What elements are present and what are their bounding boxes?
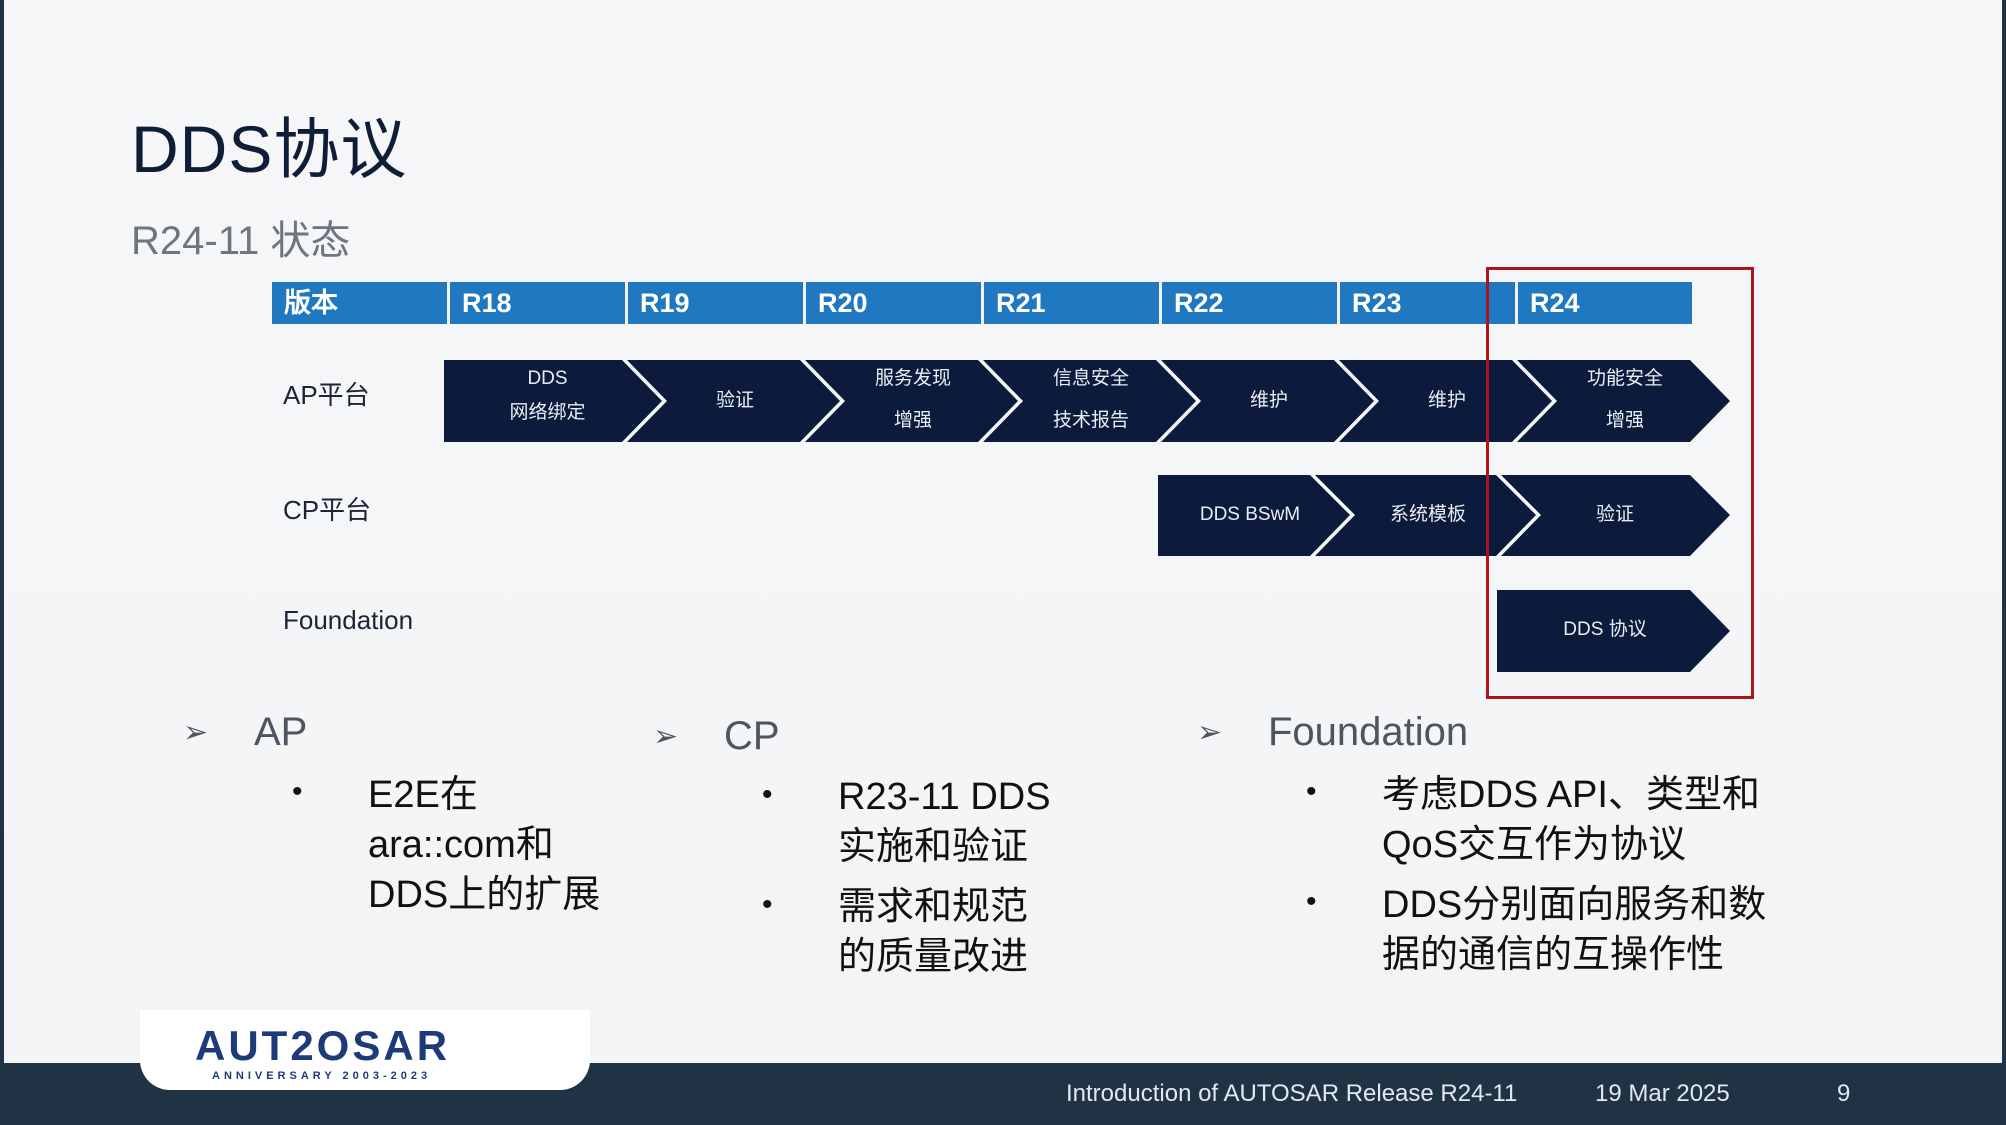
- cp-bullet-2: 需求和规范 的质量改进: [838, 886, 1029, 978]
- cp-step-1-line1: DDS BSwM: [1199, 504, 1301, 525]
- r24-highlight-box: [1486, 267, 1754, 699]
- autosar-logo-tagline: ANNIVERSARY 2003-2023: [212, 1070, 432, 1082]
- bullet-dot-icon: •: [292, 775, 303, 808]
- foundation-bullet-1: 考虑DDS API、类型和 QoS交互作为协议: [1382, 774, 1760, 866]
- column-heading-ap: AP: [254, 710, 308, 754]
- ap-step-3-line2: 增强: [893, 410, 932, 431]
- bullet-dot-icon: •: [762, 778, 773, 811]
- ap-step-4-line1: 信息安全: [1052, 368, 1129, 389]
- arrow-bullet-icon: ➢: [653, 720, 679, 753]
- ap-step-1-line1: DDS: [527, 368, 568, 389]
- footer-date: 19 Mar 2025: [1595, 1080, 1730, 1107]
- footer-presentation-title: Introduction of AUTOSAR Release R24-11: [1066, 1080, 1518, 1107]
- ap-step-5-line1: 维护: [1249, 390, 1288, 411]
- bullet-dot-icon: •: [1306, 885, 1317, 918]
- arrow-bullet-icon: ➢: [1197, 716, 1223, 749]
- bullet-dot-icon: •: [1306, 775, 1317, 808]
- column-heading-cp: CP: [724, 714, 780, 758]
- column-heading-foundation: Foundation: [1268, 710, 1469, 754]
- bullet-dot-icon: •: [762, 888, 773, 921]
- autosar-logo: AUT2OSAR: [195, 1022, 451, 1069]
- arrow-bullet-icon: ➢: [183, 716, 209, 749]
- ap-step-1-line2: 网络绑定: [509, 402, 586, 423]
- footer-page-number: 9: [1837, 1080, 1851, 1107]
- ap-step-2-line1: 验证: [715, 390, 754, 411]
- ap-step-3-line1: 服务发现: [874, 368, 951, 389]
- ap-step-4-line2: 技术报告: [1052, 410, 1129, 431]
- foundation-bullet-2: DDS分别面向服务和数 据的通信的互操作性: [1382, 884, 1767, 976]
- ap-bullet-1: E2E在 ara::com和 DDS上的扩展: [368, 774, 601, 916]
- cp-bullet-1: R23-11 DDS 实施和验证: [838, 776, 1051, 868]
